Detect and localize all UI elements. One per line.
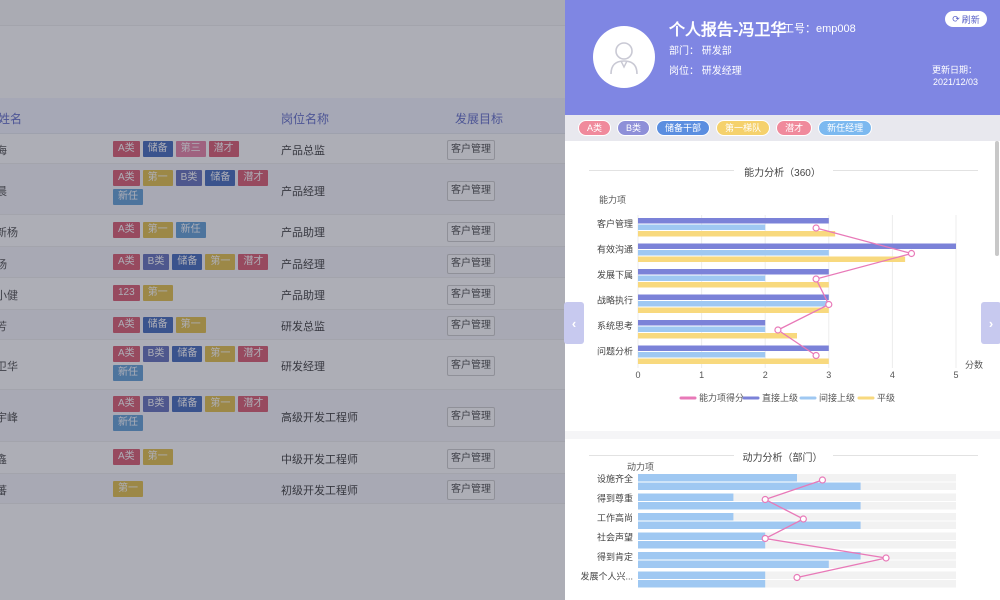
legend-label: 平级 [877, 392, 895, 403]
score-point [812, 275, 820, 283]
x-axis-title: 分数 [965, 359, 983, 370]
bar [638, 521, 861, 529]
refresh-icon: ⟳ [952, 13, 960, 24]
score-point [774, 326, 782, 334]
bar-平级 [638, 307, 829, 313]
drawer-scrollbar[interactable] [995, 141, 999, 256]
report-title: 个人报告-冯卫华 [669, 22, 787, 39]
category-label: 客户管理 [597, 218, 633, 229]
bar [638, 474, 797, 482]
legend-label: 能力项得分 [699, 392, 744, 403]
bar-间接上级 [638, 250, 829, 256]
bar [638, 580, 766, 588]
employee-number: 工号：emp008 [783, 23, 856, 35]
bar-间接上级 [638, 301, 829, 307]
bar-间接上级 [638, 275, 766, 281]
category-label: 发展下属 [597, 269, 633, 280]
score-point [761, 534, 769, 543]
user-avatar-icon [610, 42, 638, 75]
bar [638, 560, 829, 568]
report-tag-pill: 潜才 [776, 120, 813, 136]
bar [638, 493, 734, 501]
x-tick-label: 5 [953, 370, 958, 380]
next-arrow-button[interactable]: › [981, 302, 1000, 344]
section-divider [565, 431, 1000, 439]
score-point [812, 351, 820, 360]
y-axis-title: 动力项 [627, 461, 654, 472]
score-point [825, 300, 833, 309]
bar [638, 513, 734, 521]
bar [638, 482, 861, 490]
report-tags: A类 B类 储备干部 第一梯队 潜才 新任经理 [565, 115, 1000, 141]
bar [638, 571, 766, 579]
category-label: 工作高尚 [597, 512, 633, 523]
report-tag-pill: 储备干部 [656, 120, 711, 136]
category-label: 得到肯定 [597, 551, 633, 562]
score-point [812, 224, 820, 232]
bar-直接上级 [638, 243, 956, 249]
x-tick-label: 0 [635, 370, 640, 380]
legend-label: 间接上级 [819, 392, 855, 403]
bar-间接上级 [638, 352, 766, 358]
x-tick-label: 3 [826, 370, 831, 380]
category-label: 社会声望 [597, 532, 633, 543]
bar-平级 [638, 231, 836, 237]
avatar [593, 26, 655, 88]
x-tick-label: 1 [699, 370, 704, 380]
department: 部门： 研发部 [669, 46, 732, 57]
score-point [907, 249, 916, 258]
bar-平级 [638, 333, 797, 339]
report-tag-pill: A类 [578, 120, 612, 136]
report-header: 个人报告-冯卫华 工号：emp008 部门： 研发部 岗位： 研发经理 ⟳ 刷新… [565, 0, 1000, 115]
report-drawer: 个人报告-冯卫华 工号：emp008 部门： 研发部 岗位： 研发经理 ⟳ 刷新… [565, 0, 1000, 600]
chevron-left-icon: ‹ [571, 315, 577, 331]
bar-直接上级 [638, 294, 829, 300]
bar-直接上级 [638, 269, 829, 275]
bar-平级 [638, 358, 829, 364]
category-label: 得到尊重 [597, 493, 633, 504]
category-label: 系统思考 [597, 320, 633, 331]
bar-间接上级 [638, 326, 766, 332]
job-role: 岗位： 研发经理 [669, 66, 742, 77]
update-date: 2021/12/03 [933, 77, 979, 87]
score-point [882, 554, 890, 562]
bar-直接上级 [638, 320, 766, 326]
score-point [761, 495, 769, 504]
legend-label: 直接上级 [762, 392, 798, 403]
bar-间接上级 [638, 224, 766, 230]
refresh-button[interactable]: ⟳ 刷新 [945, 11, 987, 27]
refresh-label: 刷新 [961, 14, 980, 25]
employee-table-page: 姓名 岗位名称 发展目标 海 A类 储备 第三 潜才 产品总监 客户管理晨 A类 第一 B类 储备潜… [0, 0, 565, 600]
category-label: 问题分析 [597, 346, 633, 357]
ability-chart: 0 1 2 3 4 5 能力项分数 客户管理有效沟通发展下属战略执行系统思考问题分析能力项得分… [597, 194, 983, 403]
category-label: 设施齐全 [597, 473, 633, 484]
y-axis-title: 能力项 [599, 194, 626, 205]
score-point [818, 476, 827, 484]
x-tick-label: 4 [890, 370, 895, 380]
category-label: 有效沟通 [597, 244, 633, 255]
bar-直接上级 [638, 218, 829, 224]
chevron-right-icon: › [988, 315, 994, 331]
score-point [793, 573, 801, 582]
category-label: 发展个人兴... [580, 571, 633, 582]
bar-直接上级 [638, 345, 829, 351]
bar [638, 541, 766, 549]
report-tag-pill: 新任经理 [818, 120, 873, 136]
score-point [799, 515, 807, 523]
report-tag-pill: 第一梯队 [716, 120, 771, 136]
category-label: 战略执行 [597, 295, 633, 306]
bar [638, 532, 766, 540]
bar-平级 [638, 282, 829, 288]
x-tick-label: 2 [763, 370, 768, 380]
motivation-chart: 动力项设施齐全得到尊重工作高尚社会声望得到肯定发展个人兴... [580, 461, 956, 588]
report-body: 能力分析（360） 0 1 2 3 4 5 能力项 分数 客户管理 有效沟通 发展下属 战略执行 系统思… [565, 141, 1000, 600]
update-date-label: 更新日期： [932, 65, 978, 75]
modal-overlay[interactable] [0, 0, 565, 600]
report-tag-pill: B类 [617, 120, 651, 136]
bar [638, 502, 861, 510]
prev-arrow-button[interactable]: ‹ [564, 302, 584, 344]
bar [638, 552, 861, 560]
bar-平级 [638, 256, 906, 262]
